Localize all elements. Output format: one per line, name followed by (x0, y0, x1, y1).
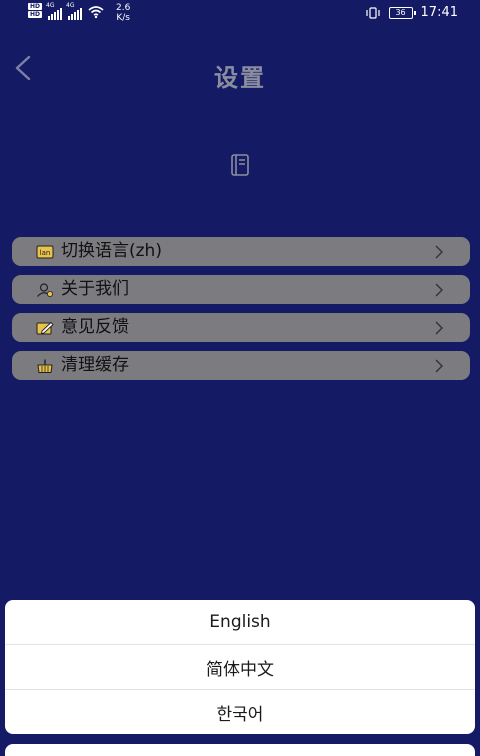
language-picker-sheet: English 简体中文 한국어 (5, 600, 475, 734)
language-option-simplified-chinese[interactable]: 简体中文 (5, 645, 475, 690)
chevron-right-icon (435, 245, 443, 259)
menu-item-language[interactable]: lan 切换语言(zh) (12, 237, 470, 266)
battery-icon: 36 (388, 6, 416, 19)
menu-item-about[interactable]: 关于我们 (12, 275, 470, 304)
chevron-right-icon (435, 359, 443, 373)
chevron-right-icon (435, 321, 443, 335)
menu-item-label: 清理缓存 (61, 355, 129, 375)
menu-item-label: 关于我们 (61, 279, 129, 299)
menu-item-clear-cache[interactable]: 清理缓存 (12, 351, 470, 380)
status-bar: HD HD 4G 4G 2.6 K/s 36 17:41 (0, 0, 480, 26)
user-icon (37, 283, 53, 297)
hd-badge: HD (28, 3, 43, 10)
wifi-icon (88, 6, 104, 19)
hd-badge: HD (28, 11, 43, 18)
network-speed: 2.6 K/s (116, 3, 131, 23)
menu-item-label: 切换语言(zh) (61, 241, 162, 261)
signal-icon: 4G (46, 2, 63, 20)
clock: 17:41 (420, 5, 458, 20)
hd-indicators: HD HD (28, 3, 43, 18)
broom-icon (37, 359, 53, 373)
language-icon: lan (36, 245, 54, 259)
svg-text:lan: lan (40, 249, 51, 257)
menu-item-feedback[interactable]: 意见反馈 (12, 313, 470, 342)
edit-icon (36, 321, 54, 335)
page-title: 设置 (214, 64, 266, 92)
language-option-korean[interactable]: 한국어 (5, 690, 475, 734)
chevron-right-icon (435, 283, 443, 297)
vibrate-icon (365, 6, 380, 19)
notebook-icon (231, 154, 249, 176)
settings-menu: lan 切换语言(zh) 关于我们 意见反馈 清理缓存 (12, 237, 470, 389)
sheet-cancel-button[interactable] (5, 744, 475, 756)
language-option-english[interactable]: English (5, 600, 475, 645)
menu-item-label: 意见反馈 (61, 317, 129, 337)
signal-icon: 4G (66, 2, 83, 20)
